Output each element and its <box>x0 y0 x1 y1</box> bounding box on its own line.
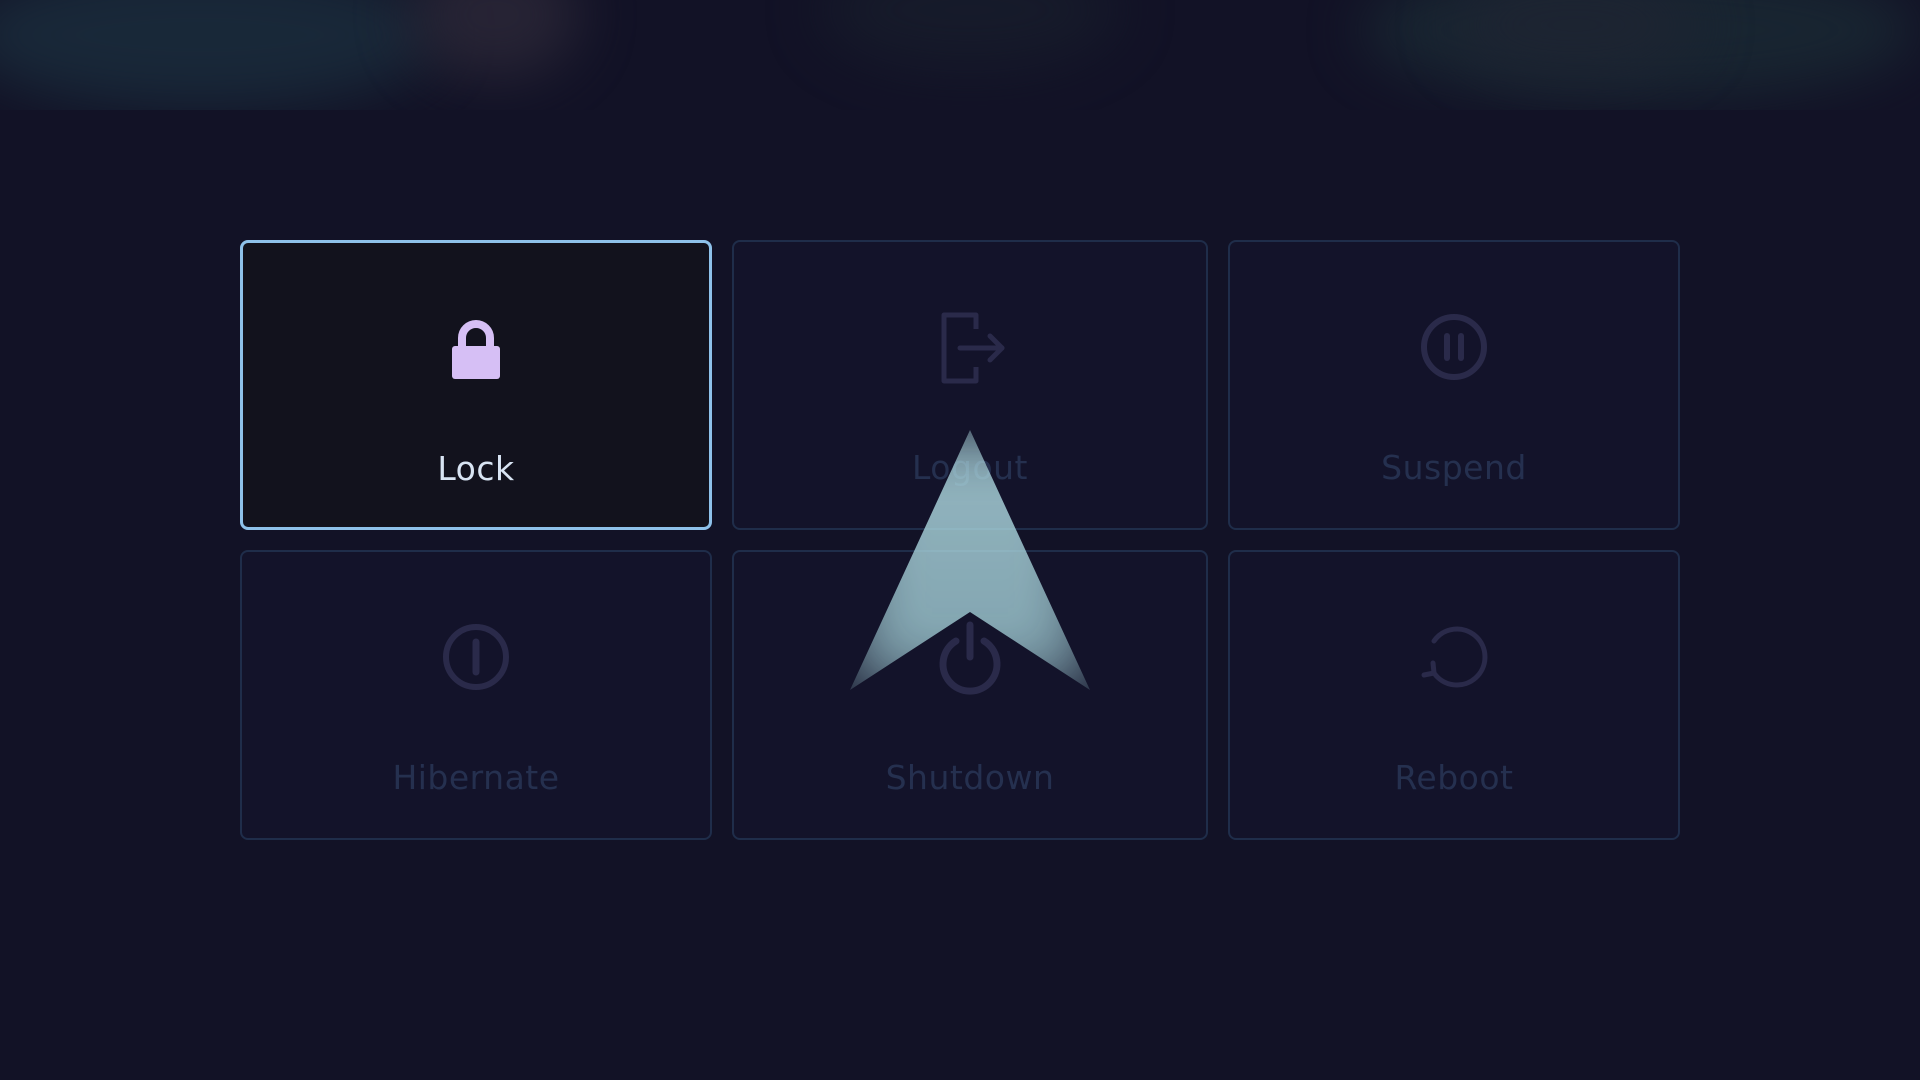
power-options-grid: Lock Logout Suspend Hibernate Shutdown R… <box>240 240 1680 840</box>
power-menu-screen: Lock Logout Suspend Hibernate Shutdown R… <box>0 0 1920 1080</box>
reboot-label: Reboot <box>1394 758 1514 797</box>
power-icon <box>939 621 1001 695</box>
hibernate-label: Hibernate <box>392 758 560 797</box>
shutdown-button[interactable]: Shutdown <box>732 550 1208 840</box>
logout-label: Logout <box>912 448 1028 487</box>
suspend-label: Suspend <box>1381 448 1527 487</box>
logout-icon <box>941 312 1005 384</box>
suspend-button[interactable]: Suspend <box>1228 240 1680 530</box>
reboot-icon <box>1421 626 1488 688</box>
blurred-background-strip <box>0 0 1920 110</box>
lock-label: Lock <box>437 449 515 488</box>
hibernate-button[interactable]: Hibernate <box>240 550 712 840</box>
hibernate-icon <box>443 624 509 690</box>
lock-button[interactable]: Lock <box>240 240 712 530</box>
lock-icon <box>452 320 500 379</box>
pause-icon <box>1421 314 1487 380</box>
shutdown-label: Shutdown <box>885 758 1055 797</box>
reboot-button[interactable]: Reboot <box>1228 550 1680 840</box>
logout-button[interactable]: Logout <box>732 240 1208 530</box>
